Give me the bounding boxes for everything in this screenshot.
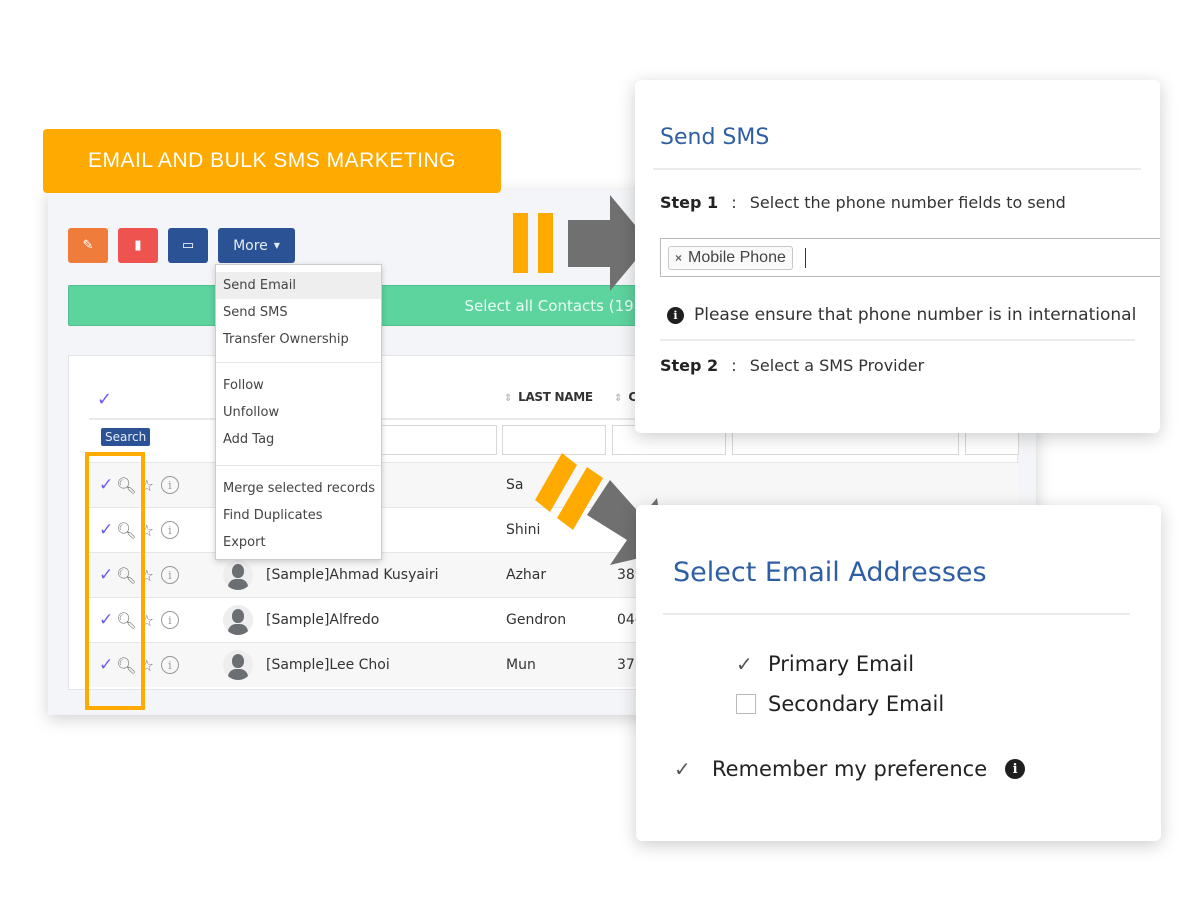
send-sms-dialog: Send SMS Step 1 : Select the phone numbe… <box>635 80 1160 433</box>
menu-divider <box>216 362 381 363</box>
more-label: More <box>233 237 268 254</box>
checkbox-unchecked[interactable] <box>736 694 756 714</box>
info-icon: i <box>667 306 684 324</box>
comment-icon: ▭ <box>181 238 195 253</box>
caret-down-icon: ▼ <box>273 241 280 250</box>
cell-last-name: Mun <box>506 657 536 673</box>
divider <box>663 613 1130 615</box>
step-number: Step 2 <box>660 356 719 375</box>
avatar <box>223 650 253 680</box>
menu-item-add-tag[interactable]: Add Tag <box>216 426 381 453</box>
menu-item-merge-selected[interactable]: Merge selected records <box>216 475 381 502</box>
comment-button[interactable]: ▭ <box>168 228 208 263</box>
more-dropdown-menu: Send Email Send SMS Transfer Ownership F… <box>215 264 382 560</box>
checkmark-icon[interactable]: ✓ <box>674 757 694 781</box>
divider <box>653 168 1141 170</box>
tag-label: Mobile Phone <box>688 248 786 266</box>
cell-name[interactable]: [Sample]Ahmad Kusyairi <box>266 567 438 583</box>
menu-item-transfer-ownership[interactable]: Transfer Ownership <box>216 326 381 353</box>
phone-format-notice: i Please ensure that phone number is in … <box>667 305 1136 325</box>
dialog-title: Select Email Addresses <box>673 557 987 588</box>
option-secondary-email[interactable]: Secondary Email <box>736 692 944 716</box>
remove-tag-icon[interactable]: × <box>675 251 682 265</box>
step-1-label: Step 1 : Select the phone number fields … <box>660 193 1066 212</box>
sort-icon: ⇕ <box>614 393 623 404</box>
info-icon[interactable]: i <box>160 476 179 494</box>
step-text: Select the phone number fields to send <box>749 193 1066 212</box>
info-icon[interactable]: i <box>160 611 179 629</box>
info-icon[interactable]: i <box>160 656 179 674</box>
text-cursor <box>804 247 806 268</box>
step-separator: : <box>731 193 737 212</box>
menu-item-send-email[interactable]: Send Email <box>216 272 381 299</box>
info-icon[interactable]: i <box>160 566 179 584</box>
column-header-last-name[interactable]: ⇕ LAST NAME <box>504 390 593 404</box>
cell-name[interactable]: [Sample]Lee Choi <box>266 657 390 673</box>
row-actions-highlight <box>85 452 145 710</box>
info-icon[interactable]: i <box>160 521 179 539</box>
step-separator: : <box>731 356 737 375</box>
notice-text: Please ensure that phone number is in in… <box>694 305 1137 325</box>
menu-item-unfollow[interactable]: Unfollow <box>216 399 381 426</box>
toolbar: ✎ ▮ ▭ More ▼ <box>68 228 295 263</box>
sort-icon: ⇕ <box>504 393 513 404</box>
pencil-icon: ✎ <box>82 238 94 253</box>
menu-divider <box>216 465 381 466</box>
selected-tag: × Mobile Phone <box>668 245 793 270</box>
menu-item-follow[interactable]: Follow <box>216 372 381 399</box>
menu-item-find-duplicates[interactable]: Find Duplicates <box>216 502 381 529</box>
column-header-next[interactable]: ⇕ C <box>614 390 637 404</box>
edit-button[interactable]: ✎ <box>68 228 108 263</box>
column-label: LAST NAME <box>518 390 593 404</box>
phone-fields-input[interactable]: × Mobile Phone <box>660 238 1160 277</box>
select-email-dialog: Select Email Addresses ✓ Primary Email S… <box>636 505 1161 841</box>
feature-banner: EMAIL AND BULK SMS MARKETING <box>43 129 501 193</box>
delete-button[interactable]: ▮ <box>118 228 158 263</box>
menu-item-export[interactable]: Export <box>216 529 381 556</box>
cell-last-name: Gendron <box>506 612 567 628</box>
search-button[interactable]: Search <box>101 428 151 446</box>
step-2-label: Step 2 : Select a SMS Provider <box>660 356 924 375</box>
arrow-right-icon <box>513 195 650 291</box>
avatar <box>223 560 253 590</box>
trash-icon: ▮ <box>134 238 142 253</box>
step-text: Select a SMS Provider <box>749 356 925 375</box>
option-label: Remember my preference <box>712 757 988 781</box>
remember-preference[interactable]: ✓ Remember my preference i <box>674 757 1026 781</box>
info-icon[interactable]: i <box>1005 759 1026 779</box>
select-all-checkbox[interactable]: ✓ <box>97 389 112 410</box>
option-label: Secondary Email <box>768 692 945 716</box>
menu-item-send-sms[interactable]: Send SMS <box>216 299 381 326</box>
option-label: Primary Email <box>768 652 915 676</box>
step-number: Step 1 <box>660 193 719 212</box>
avatar <box>223 605 253 635</box>
checkmark-icon[interactable]: ✓ <box>736 652 756 676</box>
more-button[interactable]: More ▼ <box>218 228 295 263</box>
divider <box>660 339 1135 341</box>
option-primary-email[interactable]: ✓ Primary Email <box>736 652 914 676</box>
cell-name[interactable]: [Sample]Alfredo <box>266 612 379 628</box>
dialog-title: Send SMS <box>660 125 770 150</box>
